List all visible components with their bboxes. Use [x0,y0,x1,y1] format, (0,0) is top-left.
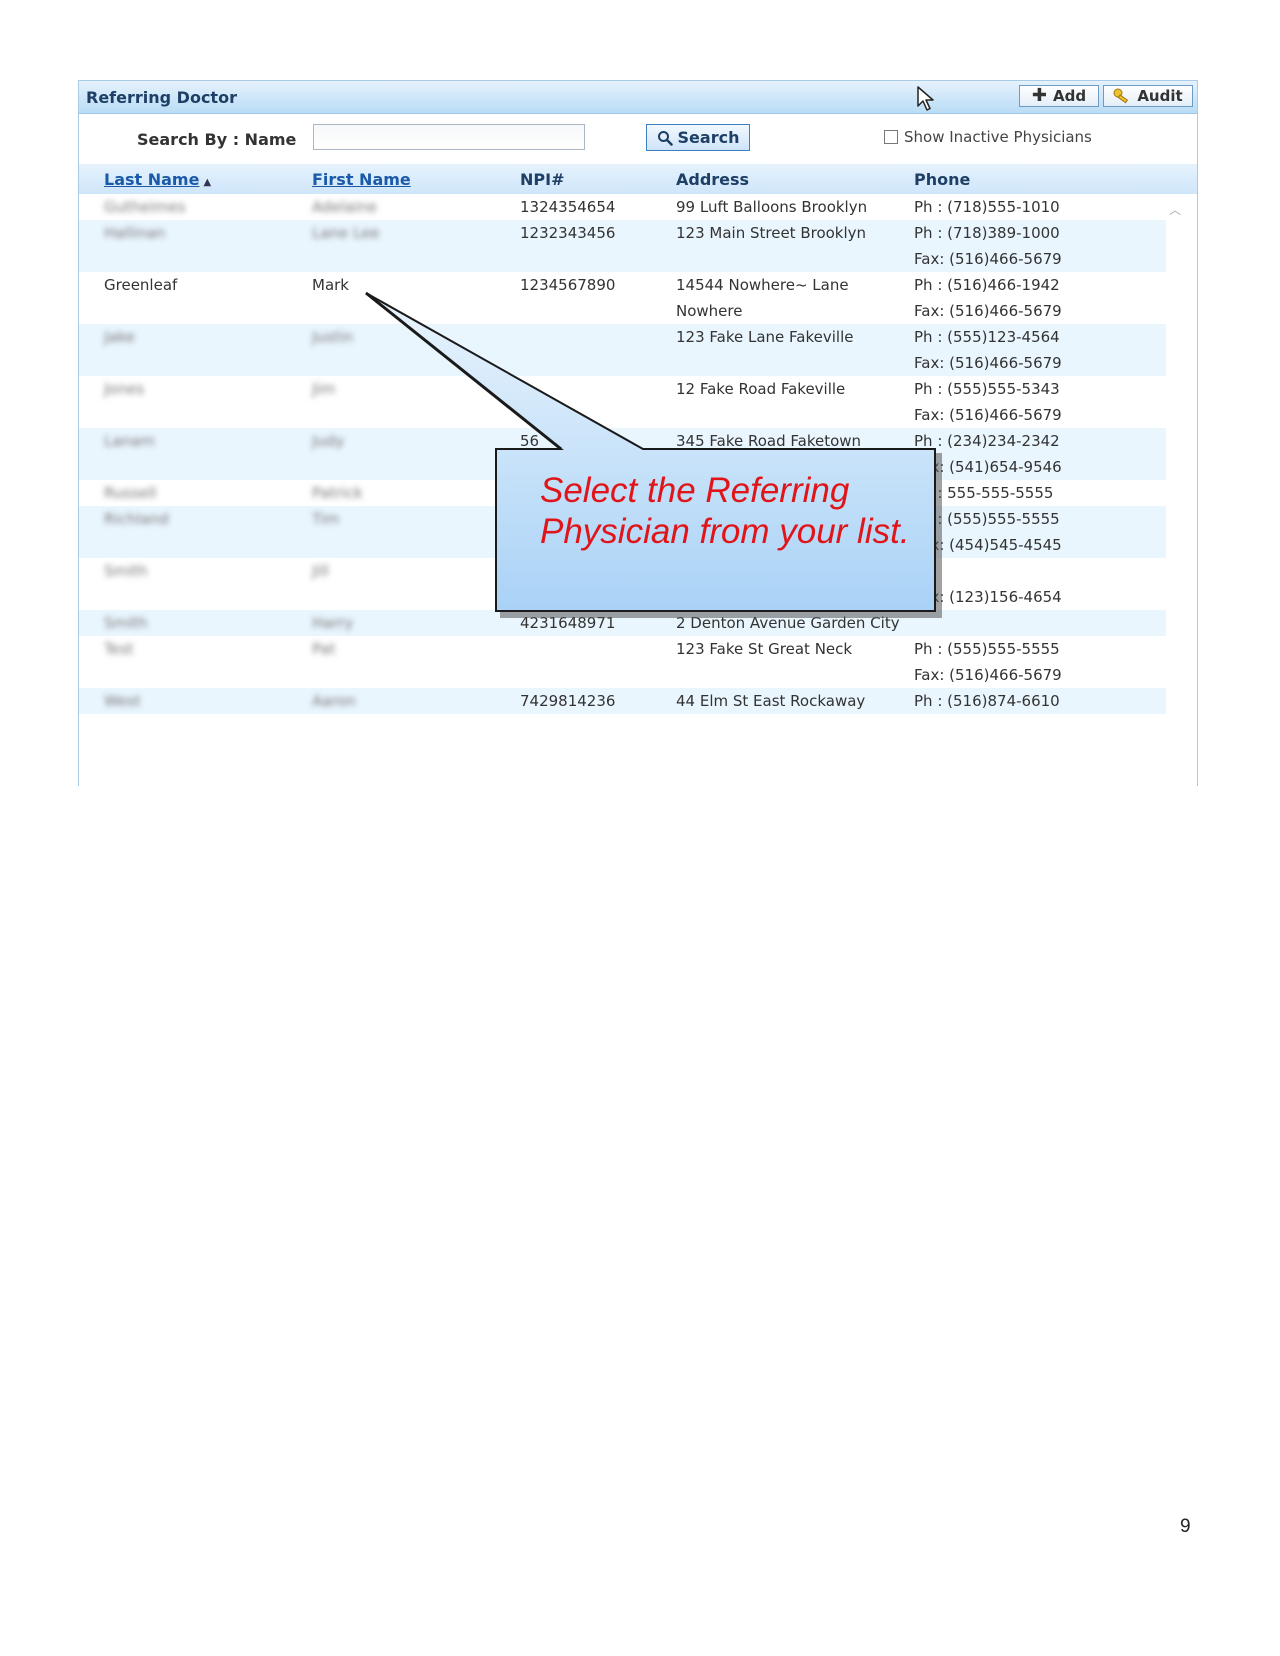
page-number: 9 [1180,1516,1191,1537]
callout-shape [365,291,942,618]
callout-instruction-text: Select the Referring Physician from your… [540,471,910,551]
